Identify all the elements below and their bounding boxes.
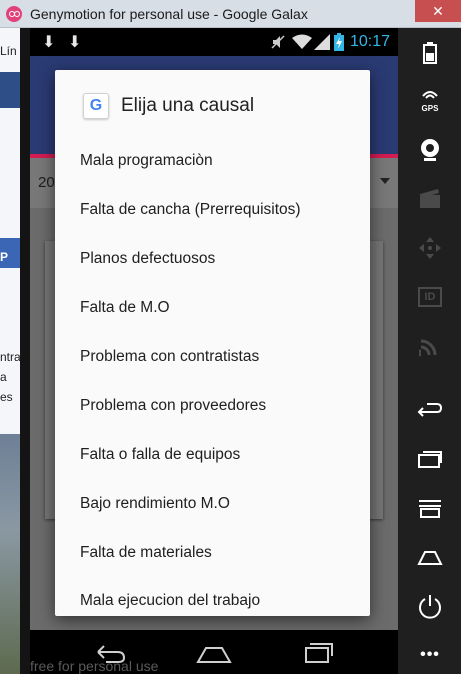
- signal-icon: [314, 34, 330, 50]
- wifi-icon: [292, 34, 312, 49]
- desktop-text: es: [0, 390, 13, 404]
- cause-picker-dialog: G Elija una causal Mala programaciòn Fal…: [55, 70, 370, 616]
- power-tool-icon[interactable]: [410, 589, 450, 623]
- cause-item[interactable]: Bajo rendimiento M.O: [55, 479, 370, 528]
- desktop-background: Lín P ntra a es: [0, 28, 20, 674]
- dropdown-arrow-icon: [380, 178, 390, 184]
- download-icon: ⬇: [42, 34, 56, 51]
- google-logo-letter: G: [89, 97, 103, 114]
- status-time: 10:17: [349, 33, 390, 50]
- cause-item[interactable]: Problema con proveedores: [55, 381, 370, 430]
- desktop-text: P: [0, 250, 9, 264]
- dialog-title: Elija una causal: [121, 95, 255, 116]
- emulator-toolbar: GPS ID •••: [398, 28, 461, 674]
- watermark-text: free for personal use: [30, 658, 159, 674]
- menu-tool-icon[interactable]: [410, 491, 450, 525]
- cause-item[interactable]: Problema con contratistas: [55, 333, 370, 382]
- gps-label: GPS: [421, 103, 439, 113]
- mute-icon: [271, 35, 285, 49]
- spinner-value: 20: [38, 174, 55, 191]
- cause-item[interactable]: Planos defectuosos: [55, 235, 370, 284]
- cause-item[interactable]: Mala programaciòn: [55, 137, 370, 186]
- battery-charging-icon: [334, 33, 344, 51]
- download-icon: ⬇: [68, 34, 82, 51]
- desktop-text: Lín: [0, 44, 17, 58]
- dialog-header: G Elija una causal: [55, 70, 370, 138]
- screencast-tool-icon[interactable]: [410, 182, 450, 216]
- cause-item[interactable]: Falta de M.O: [55, 284, 370, 333]
- desktop-text: ntra: [0, 350, 20, 364]
- more-options-icon[interactable]: •••: [410, 638, 450, 672]
- desktop-wallpaper: [0, 434, 20, 674]
- cause-item[interactable]: Mala ejecucion del trabajo: [55, 577, 370, 616]
- cause-item[interactable]: Falta o falla de equipos: [55, 430, 370, 479]
- genymotion-logo-icon: [6, 6, 22, 22]
- device-id-label: ID: [418, 287, 442, 307]
- window-close-button[interactable]: ✕: [415, 0, 461, 22]
- window-title: Genymotion for personal use - Google Gal…: [30, 6, 308, 22]
- battery-tool-icon[interactable]: [410, 36, 450, 70]
- cause-item[interactable]: Falta de materiales: [55, 528, 370, 577]
- home-tool-icon[interactable]: [410, 540, 450, 574]
- home-icon[interactable]: [194, 638, 234, 666]
- android-status-bar: ⬇ ⬇ 10:17: [30, 28, 398, 56]
- window-titlebar: Genymotion for personal use - Google Gal…: [0, 0, 461, 28]
- recent-tool-icon[interactable]: [410, 442, 450, 476]
- cause-item[interactable]: Falta de cancha (Prerrequisitos): [55, 186, 370, 235]
- google-icon: G: [83, 93, 109, 119]
- cause-list: Mala programaciòn Falta de cancha (Prerr…: [55, 137, 370, 616]
- gps-tool-icon[interactable]: GPS: [410, 84, 450, 118]
- remote-control-icon[interactable]: [410, 231, 450, 265]
- emulator-screen: ⬇ ⬇ 10:17 20 G Elija una causal Mala pro…: [20, 28, 398, 674]
- webcam-tool-icon[interactable]: [410, 133, 450, 167]
- device-id-icon[interactable]: ID: [410, 280, 450, 314]
- back-tool-icon[interactable]: [410, 393, 450, 427]
- cast-tool-icon[interactable]: [410, 329, 450, 363]
- desktop-text: a: [0, 370, 7, 384]
- recent-apps-icon[interactable]: [298, 638, 338, 666]
- desktop-band: [0, 72, 20, 108]
